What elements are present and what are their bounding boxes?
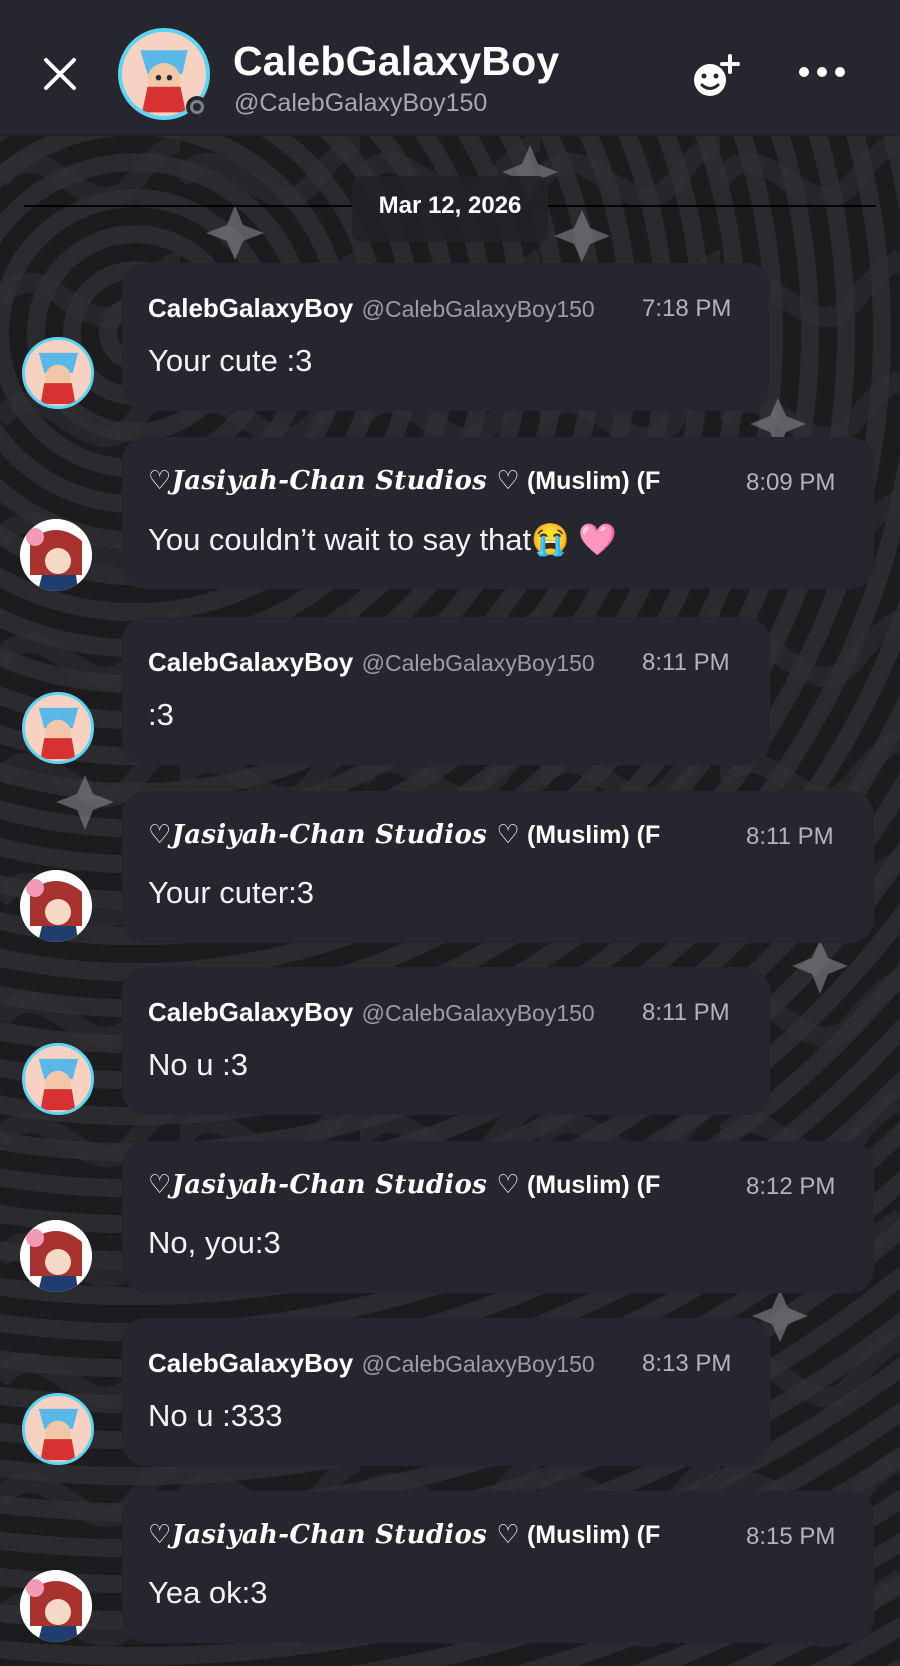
message-avatar[interactable]	[20, 1220, 92, 1292]
avatar	[20, 1570, 92, 1642]
message-author[interactable]: ♡𝑱𝒂𝒔𝒊𝒚𝒂𝒉-𝑪𝒉𝒂𝒏 𝑺𝒕𝒖𝒅𝒊𝒐𝒔 ♡ (Muslim) (F	[148, 1169, 723, 1200]
more-icon	[799, 67, 845, 77]
message-bubble[interactable]: ♡𝑱𝒂𝒔𝒊𝒚𝒂𝒉-𝑪𝒉𝒂𝒏 𝑺𝒕𝒖𝒅𝒊𝒐𝒔 ♡ (Muslim) (F 8:15…	[122, 1491, 874, 1643]
message-text: Yea ok:3	[148, 1575, 268, 1610]
message-timestamp: 8:13 PM	[642, 1350, 732, 1377]
message-text: No, you:3	[148, 1225, 281, 1260]
status-indicator	[186, 96, 208, 118]
avatar	[22, 1393, 94, 1465]
message-author[interactable]: ♡𝑱𝒂𝒔𝒊𝒚𝒂𝒉-𝑪𝒉𝒂𝒏 𝑺𝒕𝒖𝒅𝒊𝒐𝒔 ♡ (Muslim) (F	[148, 465, 723, 496]
message-bubble[interactable]: CalebGalaxyBoy @CalebGalaxyBoy150 8:11 P…	[122, 617, 770, 765]
message-timestamp: 7:18 PM	[642, 295, 732, 322]
message-handle: @CalebGalaxyBoy150	[361, 296, 595, 322]
message-avatar[interactable]	[22, 337, 94, 409]
message-author[interactable]: CalebGalaxyBoy	[148, 647, 353, 677]
message-bubble[interactable]: CalebGalaxyBoy @CalebGalaxyBoy150 8:13 P…	[122, 1318, 770, 1466]
close-button[interactable]	[36, 50, 84, 98]
message-avatar[interactable]	[20, 870, 92, 942]
message-handle: @CalebGalaxyBoy150	[361, 1000, 595, 1026]
message-text: You couldn’t wait to say that😭 🩷	[148, 522, 617, 557]
author-display-name: ♡𝑱𝒂𝒔𝒊𝒚𝒂𝒉-𝑪𝒉𝒂𝒏 𝑺𝒕𝒖𝒅𝒊𝒐𝒔 ♡	[148, 1170, 521, 1200]
add-friend-button[interactable]	[690, 52, 746, 100]
message-author[interactable]: CalebGalaxyBoy	[148, 1348, 353, 1378]
message-header: CalebGalaxyBoy @CalebGalaxyBoy150	[148, 293, 595, 324]
add-friend-icon	[694, 54, 740, 96]
avatar	[20, 1220, 92, 1292]
message-timestamp: 8:11 PM	[642, 649, 730, 676]
message-handle: @CalebGalaxyBoy150	[361, 1351, 595, 1377]
message-author[interactable]: ♡𝑱𝒂𝒔𝒊𝒚𝒂𝒉-𝑪𝒉𝒂𝒏 𝑺𝒕𝒖𝒅𝒊𝒐𝒔 ♡ (Muslim) (F	[148, 1519, 723, 1550]
message-handle: @CalebGalaxyBoy150	[361, 650, 595, 676]
message-timestamp: 8:09 PM	[746, 469, 836, 496]
message-bubble[interactable]: CalebGalaxyBoy @CalebGalaxyBoy150 8:11 P…	[122, 967, 770, 1115]
author-display-name: ♡𝑱𝒂𝒔𝒊𝒚𝒂𝒉-𝑪𝒉𝒂𝒏 𝑺𝒕𝒖𝒅𝒊𝒐𝒔 ♡	[148, 466, 521, 496]
message-avatar[interactable]	[20, 519, 92, 591]
message-text: :3	[148, 697, 174, 732]
message-text: Your cute :3	[148, 343, 313, 378]
header-avatar[interactable]	[118, 28, 210, 120]
message-bubble[interactable]: CalebGalaxyBoy @CalebGalaxyBoy150 7:18 P…	[122, 263, 770, 411]
message-text: No u :3	[148, 1047, 248, 1082]
message-author[interactable]: CalebGalaxyBoy	[148, 293, 353, 323]
avatar	[22, 692, 94, 764]
message-bubble[interactable]: ♡𝑱𝒂𝒔𝒊𝒚𝒂𝒉-𝑪𝒉𝒂𝒏 𝑺𝒕𝒖𝒅𝒊𝒐𝒔 ♡ (Muslim) (F 8:12…	[122, 1141, 874, 1293]
message-avatar[interactable]	[22, 1393, 94, 1465]
message-timestamp: 8:12 PM	[746, 1173, 836, 1200]
message-timestamp: 8:11 PM	[642, 999, 730, 1026]
message-header: CalebGalaxyBoy @CalebGalaxyBoy150	[148, 997, 595, 1028]
message-text: No u :333	[148, 1398, 283, 1433]
author-name-suffix: (Muslim) (F	[520, 821, 661, 849]
dm-header: CalebGalaxyBoy @CalebGalaxyBoy150	[0, 0, 900, 136]
message-timestamp: 8:15 PM	[746, 1523, 836, 1550]
avatar	[22, 1043, 94, 1115]
author-display-name: ♡𝑱𝒂𝒔𝒊𝒚𝒂𝒉-𝑪𝒉𝒂𝒏 𝑺𝒕𝒖𝒅𝒊𝒐𝒔 ♡	[148, 1520, 521, 1550]
author-name-suffix: (Muslim) (F	[520, 467, 661, 495]
message-header: CalebGalaxyBoy @CalebGalaxyBoy150	[148, 1348, 595, 1379]
avatar	[20, 870, 92, 942]
message-avatar[interactable]	[22, 1043, 94, 1115]
message-avatar[interactable]	[22, 692, 94, 764]
header-handle: @CalebGalaxyBoy150	[234, 89, 488, 117]
message-author[interactable]: ♡𝑱𝒂𝒔𝒊𝒚𝒂𝒉-𝑪𝒉𝒂𝒏 𝑺𝒕𝒖𝒅𝒊𝒐𝒔 ♡ (Muslim) (F	[148, 819, 723, 850]
author-name-suffix: (Muslim) (F	[520, 1521, 661, 1549]
author-display-name: ♡𝑱𝒂𝒔𝒊𝒚𝒂𝒉-𝑪𝒉𝒂𝒏 𝑺𝒕𝒖𝒅𝒊𝒐𝒔 ♡	[148, 820, 521, 850]
message-bubble[interactable]: ♡𝑱𝒂𝒔𝒊𝒚𝒂𝒉-𝑪𝒉𝒂𝒏 𝑺𝒕𝒖𝒅𝒊𝒐𝒔 ♡ (Muslim) (F 8:09…	[122, 437, 874, 589]
message-text: Your cuter:3	[148, 875, 315, 910]
message-bubble[interactable]: ♡𝑱𝒂𝒔𝒊𝒚𝒂𝒉-𝑪𝒉𝒂𝒏 𝑺𝒕𝒖𝒅𝒊𝒐𝒔 ♡ (Muslim) (F 8:11…	[122, 791, 874, 943]
message-timestamp: 8:11 PM	[746, 823, 834, 850]
avatar	[22, 337, 94, 409]
close-icon	[44, 58, 76, 90]
author-name-suffix: (Muslim) (F	[520, 1171, 661, 1199]
message-header: CalebGalaxyBoy @CalebGalaxyBoy150	[148, 647, 595, 678]
message-author[interactable]: CalebGalaxyBoy	[148, 997, 353, 1027]
message-avatar[interactable]	[20, 1570, 92, 1642]
avatar	[20, 519, 92, 591]
date-divider-label: Mar 12, 2026	[378, 192, 522, 219]
more-options-button[interactable]	[798, 58, 846, 88]
header-username: CalebGalaxyBoy	[233, 38, 560, 84]
